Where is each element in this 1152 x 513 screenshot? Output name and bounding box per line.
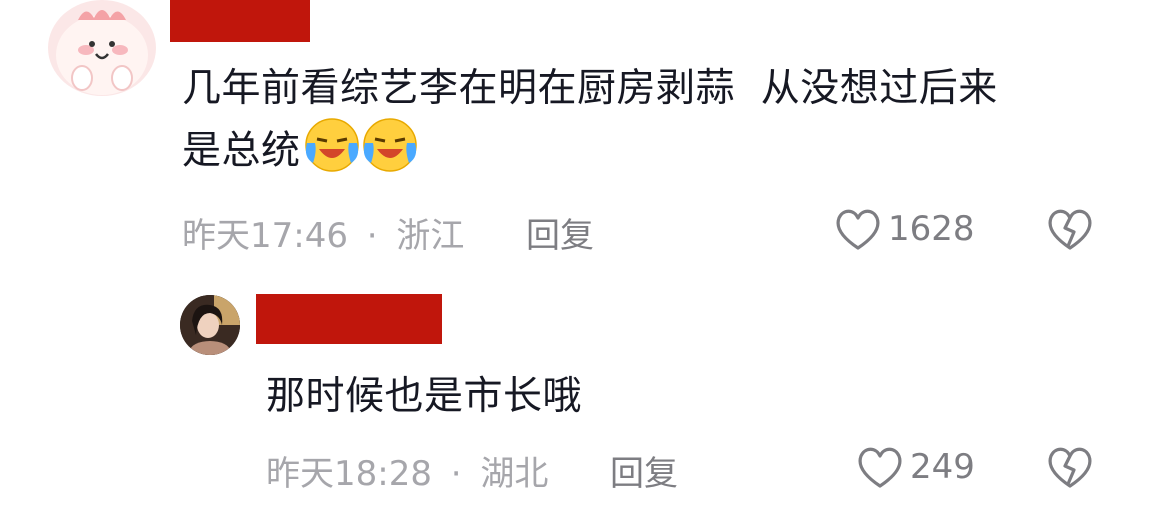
like-button[interactable]: 1628 [834, 206, 975, 252]
avatar[interactable] [48, 0, 156, 96]
comment-time: 昨天17:46 [182, 216, 348, 256]
heart-outline-icon [834, 206, 882, 252]
comment-meta: 昨天17:46 · 浙江 [182, 208, 464, 257]
crying-emoji-icon [303, 117, 361, 189]
broken-heart-icon [1046, 209, 1094, 256]
meta-separator: · [366, 216, 378, 256]
comment-text: 几年前看综艺李在明在厨房剥蒜 从没想过后来 是总统 [182, 60, 1132, 189]
reply-username-redaction [256, 294, 442, 344]
comment-line-2: 是总统 [182, 117, 1132, 189]
dislike-button[interactable] [1046, 206, 1094, 252]
like-count: 1628 [888, 209, 975, 249]
comment-line-2-text: 是总统 [182, 128, 301, 174]
reply-avatar[interactable] [180, 295, 240, 355]
crying-emoji-icon [361, 117, 419, 189]
broken-heart-icon [1046, 447, 1094, 494]
username-redaction [170, 0, 310, 42]
like-button[interactable]: 249 [856, 444, 975, 490]
reply-time: 昨天18:28 [266, 454, 432, 494]
reply-button[interactable]: 回复 [526, 208, 594, 257]
reply-text: 那时候也是市长哦 [266, 374, 583, 419]
reply-location: 湖北 [480, 454, 549, 494]
dislike-button[interactable] [1046, 444, 1094, 490]
comment-line-1: 几年前看综艺李在明在厨房剥蒜 从没想过后来 [182, 66, 998, 111]
meta-separator: · [450, 454, 462, 494]
like-count: 249 [910, 447, 975, 487]
reply-meta: 昨天18:28 · 湖北 [266, 446, 548, 495]
heart-outline-icon [856, 444, 904, 490]
reply-button[interactable]: 回复 [610, 446, 678, 495]
comment-location: 浙江 [396, 216, 465, 256]
